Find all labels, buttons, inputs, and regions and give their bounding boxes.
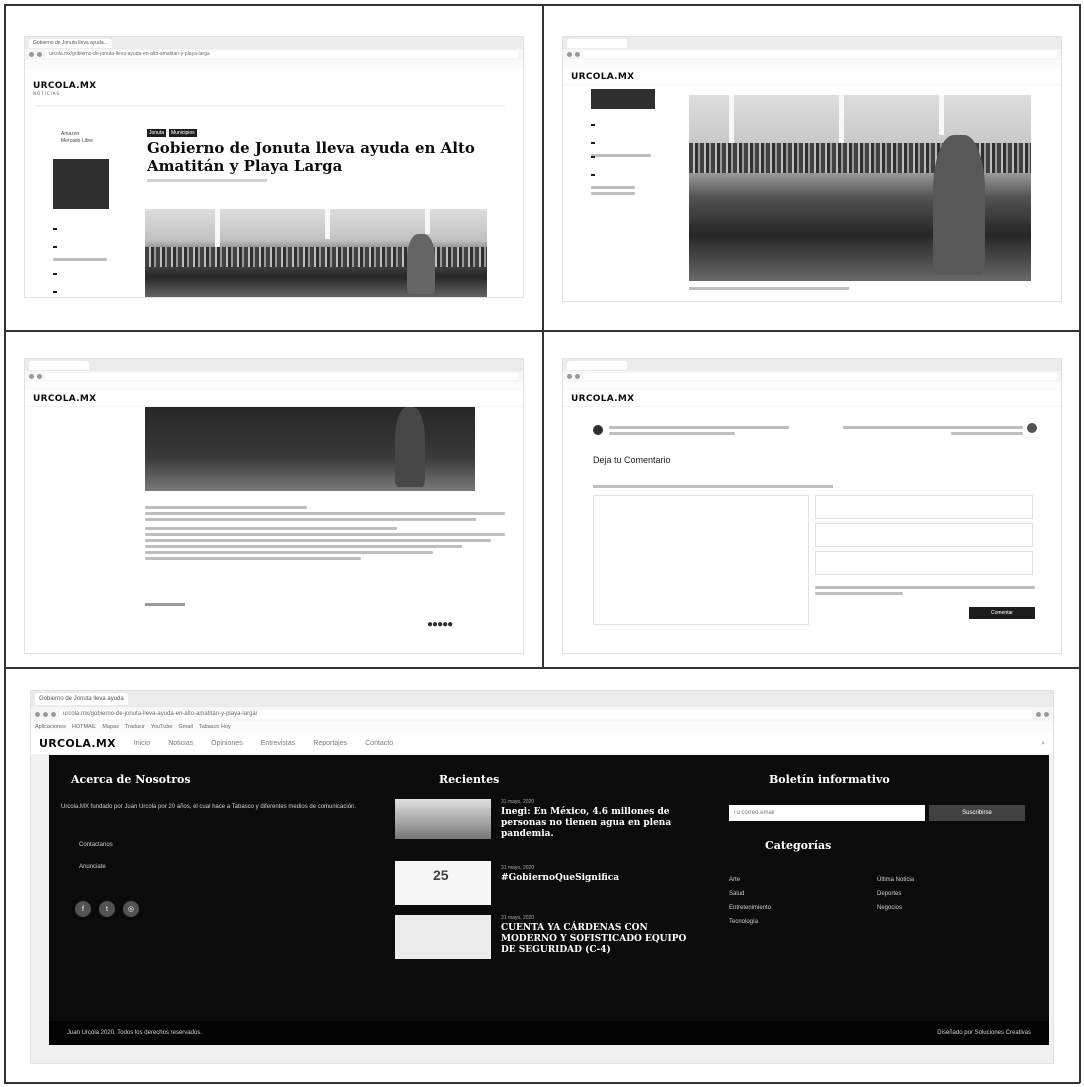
address-bar[interactable]: urcola.mx/gobierno-de-jonuta-lleva-ayuda… bbox=[45, 51, 519, 58]
search-icon[interactable]: ⌕ bbox=[1041, 740, 1045, 748]
about-text: Urcola.MX fundado por Juan Urcola por 20… bbox=[61, 804, 357, 810]
footer-link-advertise[interactable]: Anunciate bbox=[79, 863, 106, 871]
screenshot-panel-3: URCOLA.MX ●●●●● bbox=[24, 358, 524, 654]
social-links: f t ◎ bbox=[75, 901, 139, 917]
footer-bottom-bar: Juan Urcola 2020. Todos los derechos res… bbox=[49, 1021, 1049, 1045]
sidebar-tags bbox=[53, 219, 113, 297]
site-logo[interactable]: URCOLA.MX NOTICIAS bbox=[33, 81, 96, 96]
site-logo[interactable]: URCOLA.MX bbox=[571, 72, 634, 82]
side-link[interactable]: Mercado Libre bbox=[61, 138, 93, 145]
category-link[interactable]: Entretenimiento bbox=[729, 901, 771, 915]
recent-item-3[interactable]: 31 mayo, 2020 CUENTA YA CÁRDENAS CON MOD… bbox=[501, 915, 691, 956]
comment-heading: Deja tu Comentario bbox=[593, 455, 671, 465]
article-photo bbox=[145, 209, 487, 297]
category-link[interactable]: Deportes bbox=[877, 887, 914, 901]
document-sheet: Gobierno de Jonuta lleva ayuda... urcola… bbox=[0, 0, 1084, 1087]
bookmark-item[interactable]: Traducir bbox=[125, 724, 145, 730]
grid-line bbox=[4, 4, 6, 1083]
screenshot-panel-5: Gobierno de Jonuta lleva ayuda urcola.mx… bbox=[30, 690, 1054, 1064]
footer-link-contact[interactable]: Contactanos bbox=[79, 841, 113, 849]
tag-jonuta[interactable]: Jonuta bbox=[147, 129, 167, 137]
site-footer: Acerca de Nosotros Urcola.MX fundado por… bbox=[49, 755, 1049, 1045]
email-field[interactable] bbox=[815, 523, 1033, 547]
category-link[interactable]: Última Noticia bbox=[877, 873, 914, 887]
nav-entrevistas[interactable]: Entrevistas bbox=[261, 740, 296, 747]
article-photo bbox=[689, 95, 1031, 281]
bookmark-item[interactable]: Tabasco Hoy bbox=[199, 724, 231, 730]
site-logo[interactable]: URCOLA.MX bbox=[571, 394, 634, 404]
article-tags: Jonuta Municipios bbox=[147, 129, 197, 139]
category-link[interactable]: Arte bbox=[729, 873, 771, 887]
newsletter-title: Boletín informativo bbox=[769, 773, 890, 786]
categories-left: Arte Salud Entretenimiento Tecnología bbox=[729, 873, 771, 929]
twitter-icon[interactable]: t bbox=[99, 901, 115, 917]
name-field[interactable] bbox=[815, 495, 1033, 519]
site-nav: URCOLA.MX Inicio Noticias Opiniones Entr… bbox=[31, 733, 1053, 755]
article-headline: Gobierno de Jonuta lleva ayuda en Alto A… bbox=[147, 139, 475, 175]
category-link[interactable]: Tecnología bbox=[729, 915, 771, 929]
site-logo[interactable]: URCOLA.MX bbox=[39, 737, 116, 750]
nav-noticias[interactable]: Noticias bbox=[168, 740, 193, 747]
browser-tab[interactable]: Gobierno de Jonuta lleva ayuda bbox=[35, 693, 128, 705]
about-title: Acerca de Nosotros bbox=[71, 773, 191, 786]
recent-thumb-3[interactable] bbox=[395, 915, 491, 959]
copyright-text: Juan Urcola 2020. Todos los derechos res… bbox=[67, 1030, 202, 1036]
bookmark-item[interactable]: Mapas bbox=[102, 724, 119, 730]
screenshot-panel-4: URCOLA.MX Deja tu Comentario Comentar bbox=[562, 358, 1062, 654]
grid-line bbox=[4, 1082, 1080, 1084]
categories-title: Categorías bbox=[765, 839, 832, 852]
bookmark-item[interactable]: Gmail bbox=[178, 724, 192, 730]
ad-banner[interactable] bbox=[53, 159, 109, 209]
screenshot-panel-1: Gobierno de Jonuta lleva ayuda... urcola… bbox=[24, 36, 524, 298]
recent-thumb-1[interactable] bbox=[395, 799, 491, 839]
recent-thumb-2[interactable]: 25 bbox=[395, 861, 491, 905]
categories-right: Última Noticia Deportes Negocios bbox=[877, 873, 914, 915]
bookmark-item[interactable]: HOTMAIL bbox=[72, 724, 96, 730]
bookmark-item[interactable]: YouTube bbox=[151, 724, 173, 730]
website-field[interactable] bbox=[815, 551, 1033, 575]
subscribe-button[interactable]: Suscribirse bbox=[929, 805, 1025, 821]
comment-textarea[interactable] bbox=[593, 495, 809, 625]
article-photo bbox=[145, 407, 475, 491]
side-links: Amazon Mercado Libre bbox=[61, 131, 93, 145]
nav-contacto[interactable]: Contacto bbox=[365, 740, 393, 747]
recent-item-1[interactable]: 31 mayo, 2020 Inegi: En México, 4.6 mill… bbox=[501, 799, 701, 840]
category-link[interactable]: Salud bbox=[729, 887, 771, 901]
bookmarks-bar bbox=[25, 60, 523, 69]
submit-comment-button[interactable]: Comentar bbox=[969, 607, 1035, 619]
facebook-icon[interactable]: f bbox=[75, 901, 91, 917]
recent-item-2[interactable]: 31 mayo, 2020 #GobiernoQueSignifica bbox=[501, 865, 701, 884]
screenshot-panel-2: URCOLA.MX bbox=[562, 36, 1062, 302]
bookmark-item[interactable]: Aplicaciones bbox=[35, 724, 66, 730]
article-body bbox=[145, 503, 505, 563]
category-link[interactable]: Negocios bbox=[877, 901, 914, 915]
grid-line bbox=[1079, 4, 1081, 1083]
nav-reportajes[interactable]: Reportajes bbox=[313, 740, 347, 747]
address-bar[interactable]: urcola.mx/gobierno-de-jonuta-lleva-ayuda… bbox=[59, 709, 1033, 719]
bookmarks-bar: Aplicaciones HOTMAIL Mapas Traducir YouT… bbox=[31, 721, 1053, 733]
designer-credit: Diseñado por Soluciones Creativas bbox=[937, 1030, 1031, 1036]
side-link[interactable]: Amazon bbox=[61, 131, 93, 138]
recent-title: Recientes bbox=[439, 773, 500, 786]
nav-opiniones[interactable]: Opiniones bbox=[211, 740, 243, 747]
browser-tab[interactable]: Gobierno de Jonuta lleva ayuda... bbox=[29, 38, 112, 48]
instagram-icon[interactable]: ◎ bbox=[123, 901, 139, 917]
nav-inicio[interactable]: Inicio bbox=[134, 740, 150, 747]
tag-municipios[interactable]: Municipios bbox=[169, 129, 197, 137]
newsletter-email-input[interactable] bbox=[729, 805, 925, 821]
grid-line bbox=[542, 4, 544, 668]
site-logo[interactable]: URCOLA.MX bbox=[33, 394, 96, 404]
